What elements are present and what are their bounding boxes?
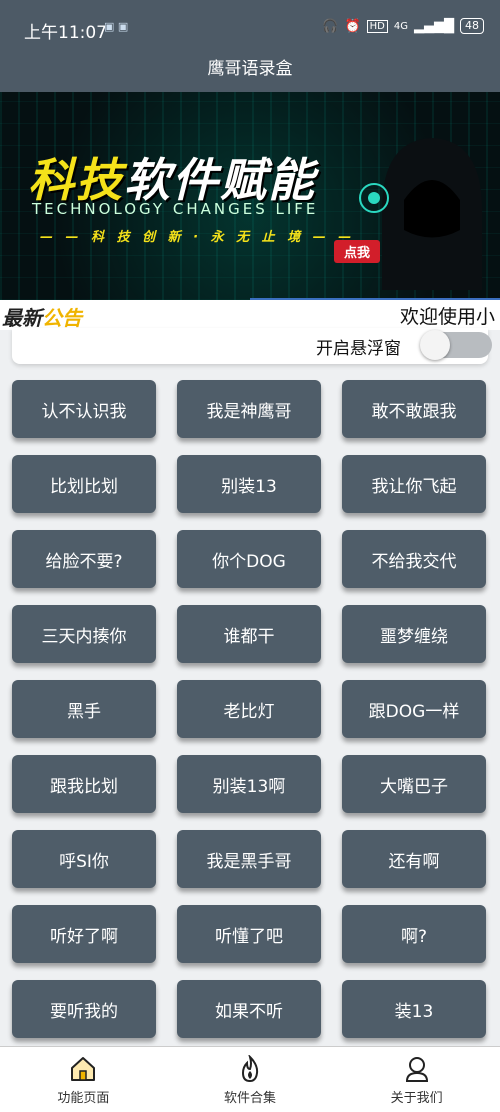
- home-icon: [71, 1057, 96, 1081]
- quote-button[interactable]: 装13: [342, 980, 486, 1038]
- notice-marquee-text: 欢迎使用小: [400, 306, 496, 328]
- quote-button[interactable]: 我让你飞起: [342, 455, 486, 513]
- quote-button[interactable]: 跟DOG一样: [342, 680, 486, 738]
- network-icon: 4G: [393, 20, 408, 32]
- tab-label: 关于我们: [390, 1091, 443, 1106]
- quote-button[interactable]: 噩梦缠绕: [342, 605, 486, 663]
- quote-button[interactable]: 不给我交代: [342, 530, 486, 588]
- tab-about[interactable]: 关于我们: [333, 1047, 500, 1112]
- status-bar: 上午11:07 ▣ ▣ 🎧 ⏰ HD 4G ▂▄▆█ 48: [0, 0, 500, 52]
- quote-button[interactable]: 别装13: [177, 455, 321, 513]
- quote-button-grid: 认不认识我 我是神鹰哥 敢不敢跟我 比划比划 别装13 我让你飞起 给脸不要? …: [12, 380, 488, 1038]
- quote-button[interactable]: 啊?: [342, 905, 486, 963]
- app-title: 鹰哥语录盒: [207, 59, 293, 79]
- quote-button[interactable]: 如果不听: [177, 980, 321, 1038]
- quote-button[interactable]: 黑手: [12, 680, 156, 738]
- notice-logo: 最新公告: [2, 306, 82, 330]
- quote-button[interactable]: 跟我比划: [12, 755, 156, 813]
- quote-button[interactable]: 听好了啊: [12, 905, 156, 963]
- quote-button[interactable]: 听懂了吧: [177, 905, 321, 963]
- person-icon: [405, 1057, 428, 1082]
- quote-button[interactable]: 你个DOG: [177, 530, 321, 588]
- tab-label: 软件合集: [224, 1091, 277, 1106]
- float-window-toggle[interactable]: [420, 330, 492, 360]
- notification-icons: ▣ ▣: [104, 20, 129, 33]
- notice-bar: 最新公告 欢迎使用小: [0, 300, 500, 330]
- promo-banner[interactable]: 科技软件赋能 TECHNOLOGY CHANGES LIFE — — 科 技 创…: [0, 92, 500, 300]
- quote-button[interactable]: 呼SI你: [12, 830, 156, 888]
- quote-button[interactable]: 我是神鹰哥: [177, 380, 321, 438]
- float-window-label: 开启悬浮窗: [316, 339, 401, 359]
- quote-button[interactable]: 认不认识我: [12, 380, 156, 438]
- quote-button[interactable]: 谁都干: [177, 605, 321, 663]
- status-time: 上午11:07: [24, 23, 107, 43]
- quote-button[interactable]: 别装13啊: [177, 755, 321, 813]
- quote-button[interactable]: 我是黑手哥: [177, 830, 321, 888]
- alarm-icon: ⏰: [344, 18, 361, 34]
- banner-subtitle: TECHNOLOGY CHANGES LIFE: [32, 200, 319, 218]
- status-right-icons: 🎧 ⏰ HD 4G ▂▄▆█ 48: [322, 18, 484, 34]
- flame-icon: [241, 1055, 259, 1083]
- bottom-tab-bar: 功能页面 软件合集 关于我们: [0, 1046, 500, 1112]
- headset-icon: 🎧: [322, 18, 339, 34]
- quote-button[interactable]: 敢不敢跟我: [342, 380, 486, 438]
- banner-slogan: — — 科 技 创 新 · 永 无 止 境 — —: [40, 230, 356, 245]
- tab-software[interactable]: 软件合集: [167, 1047, 334, 1112]
- tab-functions[interactable]: 功能页面: [0, 1047, 167, 1112]
- tab-label: 功能页面: [57, 1091, 110, 1106]
- quote-button[interactable]: 要听我的: [12, 980, 156, 1038]
- quote-button[interactable]: 给脸不要?: [12, 530, 156, 588]
- quote-button[interactable]: 大嘴巴子: [342, 755, 486, 813]
- battery-icon: 48: [460, 18, 484, 34]
- quote-button[interactable]: 还有啊: [342, 830, 486, 888]
- signal-icon: ▂▄▆█: [414, 18, 454, 34]
- app-bar: 鹰哥语录盒: [0, 52, 500, 92]
- quote-button[interactable]: 比划比划: [12, 455, 156, 513]
- toggle-knob: [420, 330, 450, 360]
- hacker-illustration: [359, 138, 482, 290]
- hd-icon: HD: [366, 19, 388, 33]
- quote-button[interactable]: 老比灯: [177, 680, 321, 738]
- quote-button[interactable]: 三天内揍你: [12, 605, 156, 663]
- float-window-card: 开启悬浮窗: [12, 328, 492, 364]
